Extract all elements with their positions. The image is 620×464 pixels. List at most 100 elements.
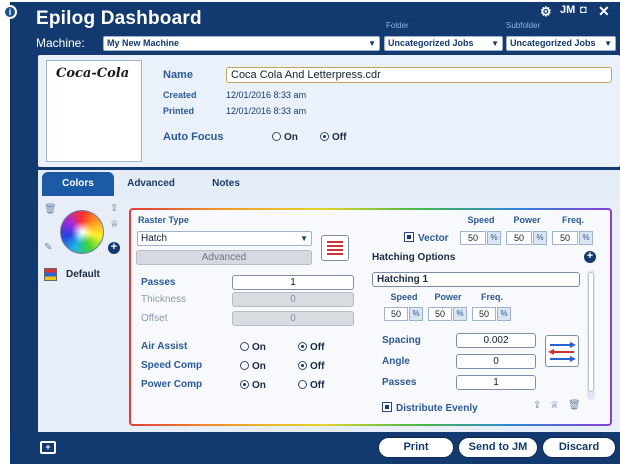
checkbox-icon [382, 402, 392, 412]
vector-power-header: Power [513, 215, 541, 225]
trash-icon[interactable]: 🗑 [568, 400, 581, 411]
advanced-button[interactable]: Advanced [136, 250, 312, 265]
folder-select[interactable]: Uncategorized Jobs ▼ [384, 36, 503, 51]
created-value: 12/01/2016 8:33 am [226, 90, 307, 100]
trophy-icon[interactable]: ♕ [110, 219, 119, 230]
add-hatching-icon[interactable]: + [584, 251, 596, 263]
auto-focus-on-option[interactable]: On [272, 132, 298, 143]
printed-value: 12/01/2016 8:33 am [226, 106, 307, 116]
radio-selected-icon [240, 380, 249, 389]
folder-select-value: Uncategorized Jobs [388, 38, 474, 48]
add-color-icon[interactable]: + [108, 242, 120, 254]
chevron-down-icon: ▼ [491, 39, 499, 48]
left-gutter [0, 0, 10, 464]
power-comp-off-option[interactable]: Off [298, 380, 324, 391]
hatching-freq-header: Freq. [480, 292, 503, 302]
folder-label: Folder [386, 21, 409, 30]
scrollbar-thumb[interactable] [588, 272, 594, 392]
percent-unit: % [497, 307, 511, 321]
discard-button[interactable]: Discard [542, 437, 616, 458]
camera-icon[interactable]: ◘ [580, 4, 587, 16]
auto-focus-off-option[interactable]: Off [320, 132, 346, 143]
air-assist-on-option[interactable]: On [240, 342, 266, 353]
hatch-pattern-icon[interactable] [321, 235, 349, 261]
vector-freq-field[interactable]: 50 [552, 231, 578, 245]
percent-unit: % [487, 231, 501, 245]
share-icon[interactable]: ⇪ [533, 400, 541, 411]
jm-icon[interactable]: JM [560, 4, 575, 16]
machine-label: Machine: [36, 36, 85, 50]
color-wheel[interactable] [60, 210, 104, 254]
default-color-label[interactable]: Default [66, 269, 100, 280]
air-assist-label: Air Assist [141, 341, 188, 352]
offset-field[interactable]: 0 [232, 311, 354, 326]
direction-arrows-icon[interactable]: ▶ ◀ ▶ [545, 335, 579, 367]
subfolder-label: Subfolder [506, 21, 541, 30]
gear-icon[interactable]: ⚙ [540, 4, 552, 20]
hatching-name-field[interactable]: Hatching 1 [372, 272, 580, 287]
trophy-icon[interactable]: ♕ [550, 400, 559, 411]
name-label: Name [163, 69, 193, 81]
tab-colors[interactable]: Colors [42, 172, 114, 196]
distribute-evenly-checkbox[interactable]: Distribute Evenly [382, 402, 478, 414]
hatching-speed-header: Speed [390, 292, 418, 302]
hatching-passes-field[interactable]: 1 [456, 375, 536, 390]
spacing-label: Spacing [382, 335, 421, 346]
power-comp-on-option[interactable]: On [240, 380, 266, 391]
tab-advanced[interactable]: Advanced [118, 172, 184, 196]
passes-field[interactable]: 1 [232, 275, 354, 290]
checkbox-icon [404, 232, 414, 242]
send-to-jm-button[interactable]: Send to JM [458, 437, 538, 458]
subfolder-select[interactable]: Uncategorized Jobs ▼ [506, 36, 616, 51]
speed-comp-off-option[interactable]: Off [298, 361, 324, 372]
percent-unit: % [409, 307, 423, 321]
machine-select-value: My New Machine [107, 38, 180, 48]
thickness-field[interactable]: 0 [232, 292, 354, 307]
air-assist-off-option[interactable]: Off [298, 342, 324, 353]
vector-power-field[interactable]: 50 [506, 231, 532, 245]
angle-field[interactable]: 0 [456, 354, 536, 369]
share-icon[interactable]: ⇪ [110, 203, 118, 214]
angle-label: Angle [382, 356, 410, 367]
raster-type-label: Raster Type [138, 215, 189, 225]
vector-freq-header: Freq. [561, 215, 584, 225]
info-icon[interactable]: i [3, 5, 17, 19]
spacing-field[interactable]: 0.002 [456, 333, 536, 348]
radio-selected-icon [298, 342, 307, 351]
tab-notes[interactable]: Notes [196, 172, 256, 196]
hatching-passes-label: Passes [382, 377, 417, 388]
chevron-down-icon: ▼ [368, 39, 376, 48]
thickness-label: Thickness [141, 294, 187, 305]
hatching-options-label: Hatching Options [372, 252, 456, 263]
power-comp-label: Power Comp [141, 379, 203, 390]
vector-checkbox[interactable]: Vector [404, 232, 449, 244]
chevron-down-icon: ▼ [604, 39, 612, 48]
speed-comp-label: Speed Comp [141, 360, 203, 371]
job-name-field[interactable]: Coca Cola And Letterpress.cdr [226, 67, 612, 83]
hatching-power-field[interactable]: 50 [428, 307, 452, 321]
radio-icon [298, 380, 307, 389]
trash-icon[interactable]: 🗑 [44, 204, 57, 215]
raster-type-value: Hatch [141, 233, 168, 244]
raster-type-select[interactable]: Hatch ▼ [137, 231, 312, 246]
print-button[interactable]: Print [378, 437, 454, 458]
created-label: Created [163, 90, 197, 100]
coca-cola-logo: Coca-Cola [56, 66, 130, 81]
vector-speed-field[interactable]: 50 [460, 231, 486, 245]
chevron-down-icon: ▼ [300, 234, 308, 243]
speed-comp-on-option[interactable]: On [240, 361, 266, 372]
close-icon[interactable]: ✕ [598, 3, 610, 20]
eyedropper-icon[interactable]: ✎ [44, 242, 52, 253]
offset-label: Offset [141, 313, 168, 324]
percent-unit: % [533, 231, 547, 245]
folder-import-icon[interactable]: + [40, 441, 56, 454]
machine-select[interactable]: My New Machine ▼ [103, 36, 380, 51]
hatching-speed-field[interactable]: 50 [384, 307, 408, 321]
app-title: Epilog Dashboard [36, 8, 202, 29]
vector-speed-header: Speed [467, 215, 495, 225]
radio-icon [272, 132, 281, 141]
radio-selected-icon [320, 132, 329, 141]
radio-icon [240, 342, 249, 351]
passes-label: Passes [141, 277, 176, 288]
hatching-freq-field[interactable]: 50 [472, 307, 496, 321]
